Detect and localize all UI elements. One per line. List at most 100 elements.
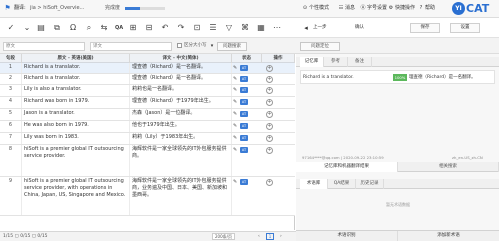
add-comment-icon[interactable]: + <box>266 76 273 83</box>
tab-qa-results[interactable]: QA结果 <box>328 179 356 189</box>
edit-icon[interactable]: ✎ <box>233 123 239 129</box>
target-text[interactable]: 莉莉也是一名翻译。 <box>130 85 232 96</box>
edit-icon[interactable]: ✎ <box>233 111 239 117</box>
undo-icon[interactable]: ↶ <box>158 21 172 35</box>
source-text[interactable]: Richard is a translator. <box>22 74 130 84</box>
source-text[interactable]: Lily is also a translator. <box>22 85 130 96</box>
bell-icon[interactable]: ☷ <box>338 4 344 13</box>
dropdown-icon[interactable]: ⌄ <box>20 21 34 35</box>
tag-icon[interactable]: ⌘ <box>238 21 252 35</box>
add-comment-icon[interactable]: + <box>266 87 273 94</box>
pager-next-icon[interactable]: › <box>280 232 282 241</box>
toolbar-right-save-button[interactable]: 保存 <box>410 23 440 33</box>
translate-icon[interactable]: ⇆ <box>97 21 111 35</box>
add-comment-icon[interactable]: + <box>266 99 273 106</box>
table-row[interactable]: 6 He was also born in 1979. 他也于1979年出生。 ✎ AT… <box>0 121 295 133</box>
source-text[interactable]: Richard was born in 1979. <box>22 97 130 108</box>
target-text[interactable]: 他也于1979年出生。 <box>130 121 232 132</box>
option-messages[interactable]: 消息 <box>345 4 355 13</box>
find-icon[interactable]: ⌕ <box>82 21 96 35</box>
omega-icon[interactable]: Ω <box>66 21 80 35</box>
target-text[interactable]: 莉莉（Lily）于1983年出生。 <box>130 133 232 144</box>
toolbar-right-settings-button[interactable]: 设置 <box>450 23 480 33</box>
add-comment-icon[interactable]: + <box>266 111 273 118</box>
add-comment-icon[interactable]: + <box>266 147 273 154</box>
font-size-icon[interactable]: Ⓐ <box>360 4 366 13</box>
edit-icon[interactable]: ✎ <box>233 65 239 71</box>
option-personal-mode[interactable]: 个性模式 <box>309 4 329 13</box>
qa-button[interactable]: QA <box>112 21 126 35</box>
pager-current[interactable]: 1 <box>266 233 274 240</box>
help-icon[interactable]: ? <box>418 4 424 13</box>
personal-mode-icon[interactable]: ⊙ <box>302 4 308 13</box>
tab-notes[interactable]: 备注 <box>348 57 372 67</box>
add-comment-icon[interactable]: + <box>266 123 273 130</box>
table-row[interactable]: 3 Lily is also a translator. 莉莉也是一名翻译。 ✎ AT + <box>0 85 295 97</box>
target-filter-input[interactable]: 译文 <box>90 42 172 51</box>
term-recognize-button[interactable]: 术语识别 <box>296 231 398 241</box>
add-term-button[interactable]: 添加新术语 <box>398 231 499 241</box>
source-text[interactable]: Lily was born in 1983. <box>22 133 130 144</box>
page-size-select[interactable]: 200条/页 <box>212 233 235 240</box>
shortcut-icon[interactable]: ⚙ <box>388 4 394 13</box>
option-help[interactable]: 帮助 <box>425 4 435 13</box>
issue-locate-button[interactable]: 问题定位 <box>300 42 340 51</box>
confirm-icon[interactable]: ✓ <box>4 21 18 35</box>
merge-icon[interactable]: ⊞ <box>126 21 140 35</box>
case-checkbox[interactable] <box>177 43 182 48</box>
save-icon[interactable]: ▤ <box>34 21 48 35</box>
view-icon[interactable]: ▦ <box>254 21 268 35</box>
target-text[interactable]: 杰森（Jason）是一位翻译。 <box>130 109 232 120</box>
edit-icon[interactable]: ✎ <box>233 179 239 185</box>
dropdown-chevron-icon[interactable]: ▾ <box>208 42 216 50</box>
table-row[interactable]: 9 hiSoft is a premier global IT outsourci… <box>0 177 295 216</box>
redo-icon[interactable]: ↷ <box>174 21 188 35</box>
add-comment-icon[interactable]: + <box>266 179 273 186</box>
list-icon[interactable]: ☰ <box>206 21 220 35</box>
source-text[interactable]: Jason is a translator. <box>22 109 130 120</box>
edit-icon[interactable]: ✎ <box>233 76 239 82</box>
memory-match-row[interactable]: Richard is a translator. 100% 理查德（Richar… <box>300 70 495 84</box>
add-comment-icon[interactable]: + <box>266 135 273 142</box>
table-row[interactable]: 5 Jason is a translator. 杰森（Jason）是一位翻译。 ✎ A… <box>0 109 295 121</box>
table-row[interactable]: 8 hiSoft is a premier global IT outsourci… <box>0 145 295 177</box>
tab-reference[interactable]: 参考 <box>324 57 348 67</box>
source-text[interactable]: hiSoft is a premier global IT outsourcin… <box>22 177 130 215</box>
target-text[interactable]: 海辉软件是一家全球领先的IT外包服务提供商。 <box>130 145 232 176</box>
copy-icon[interactable]: ⧉ <box>50 21 64 35</box>
tab-memory[interactable]: 记忆库 <box>300 57 324 67</box>
tab-termbase[interactable]: 术语库 <box>300 179 328 189</box>
tab-mt-results[interactable]: 记忆库和机器翻译结果 <box>296 162 398 172</box>
table-row[interactable]: 2 Richard is a translator. 理查德（Richard）是一名… <box>0 74 295 85</box>
filter-icon[interactable]: ▽ <box>222 21 236 35</box>
source-filter-input[interactable]: 原文 <box>3 42 85 51</box>
option-shortcuts[interactable]: 快捷操作 <box>395 4 415 13</box>
edit-icon[interactable]: ✎ <box>233 135 239 141</box>
add-comment-icon[interactable]: + <box>266 65 273 72</box>
option-font-size[interactable]: 字号设置 <box>367 4 387 13</box>
target-text[interactable]: 理查德（Richard）是一名翻译。 <box>130 74 232 84</box>
toolbar-right-confirm[interactable]: 确认 <box>355 23 364 33</box>
tab-history[interactable]: 历史记录 <box>356 179 384 189</box>
source-text[interactable]: hiSoft is a premier global IT outsourcin… <box>22 145 130 176</box>
breadcrumb[interactable]: jia > hiSoft_Overvie... <box>30 4 84 13</box>
edit-icon[interactable]: ✎ <box>233 147 239 153</box>
source-text[interactable]: Richard is a translator. <box>22 63 130 73</box>
previous-step-label[interactable]: 上一步 <box>313 23 327 33</box>
target-text[interactable]: 理查德（Richard）是一名翻译。 <box>130 63 232 73</box>
source-text[interactable]: He was also born in 1979. <box>22 121 130 132</box>
pager-prev-icon[interactable]: ‹ <box>258 232 260 241</box>
tab-related-search[interactable]: 相关搜索 <box>398 162 499 172</box>
edit-icon[interactable]: ✎ <box>233 87 239 93</box>
table-row[interactable]: 4 Richard was born in 1979. 理查德（Richard）于1… <box>0 97 295 109</box>
filter-search-button[interactable]: 问题搜索 <box>217 42 247 51</box>
lock-icon[interactable]: ⊡ <box>190 21 204 35</box>
more-icon[interactable]: ⋯ <box>270 21 284 35</box>
table-row[interactable]: 1 Richard is a translator. 理查德（Richard）是一名… <box>0 63 295 74</box>
edit-icon[interactable]: ✎ <box>233 99 239 105</box>
target-text[interactable]: 理查德（Richard）于1979年出生。 <box>130 97 232 108</box>
target-text[interactable]: 海辉软件是一家全球领先的IT外包服务提供商，业务遍及中国、日本、美国、新加坡和墨… <box>130 177 232 215</box>
previous-step-icon[interactable]: ◂ <box>300 23 312 33</box>
split-icon[interactable]: ⊟ <box>142 21 156 35</box>
table-row[interactable]: 7 Lily was born in 1983. 莉莉（Lily）于1983年出生。… <box>0 133 295 145</box>
